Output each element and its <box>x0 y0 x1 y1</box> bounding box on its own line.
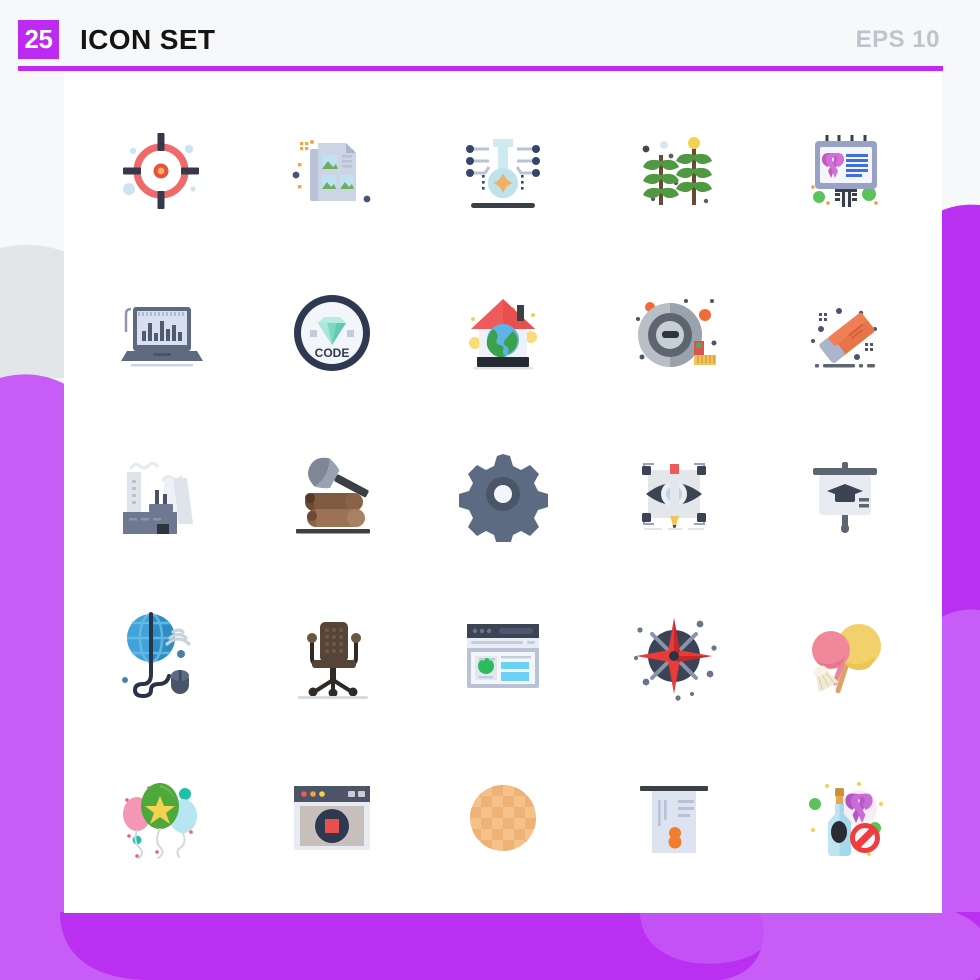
icon-cell[interactable] <box>76 90 247 252</box>
browser-window-icon <box>466 624 539 689</box>
icon-cell[interactable] <box>418 90 589 252</box>
icon-cell[interactable] <box>759 737 930 899</box>
code-badge-icon: CODE <box>294 294 371 371</box>
icon-cell[interactable] <box>588 414 759 576</box>
icon-cell[interactable] <box>759 575 930 737</box>
icon-cell[interactable] <box>247 90 418 252</box>
document-image-icon <box>292 139 371 203</box>
icon-count-badge: 25 <box>18 20 59 59</box>
laptop-chart-icon <box>121 306 204 367</box>
code-badge-label: CODE <box>315 346 350 360</box>
target-icon <box>123 132 200 209</box>
gear-icon <box>458 454 548 543</box>
record-window-icon <box>294 786 371 851</box>
icon-cell[interactable] <box>588 90 759 252</box>
header-divider <box>18 66 943 71</box>
icon-sheet: CODE <box>64 72 942 913</box>
format-label: EPS 10 <box>855 26 940 53</box>
factory-icon <box>123 462 194 535</box>
icon-cell[interactable] <box>247 737 418 899</box>
lollipops-icon <box>811 624 881 694</box>
screenshot-stage: 25 ICON SET EPS 10 CODE <box>0 0 980 980</box>
page-title: ICON SET <box>80 24 216 55</box>
icon-grid: CODE <box>64 72 942 913</box>
education-board-icon <box>812 462 877 534</box>
icon-cell[interactable] <box>76 737 247 899</box>
icon-cell[interactable] <box>418 575 589 737</box>
icon-cell[interactable] <box>418 414 589 576</box>
icon-cell[interactable]: CODE <box>247 252 418 414</box>
icon-cell[interactable] <box>76 575 247 737</box>
icon-cell[interactable] <box>76 252 247 414</box>
icon-cell[interactable] <box>418 252 589 414</box>
waffle-icon <box>469 785 536 852</box>
eco-house-icon <box>468 298 537 370</box>
icon-cell[interactable] <box>76 414 247 576</box>
compass-rose-icon <box>633 618 717 701</box>
certificate-icon <box>639 786 708 854</box>
icon-cell[interactable] <box>588 575 759 737</box>
axe-logs-icon <box>296 458 371 534</box>
billboard-ribbon-icon <box>810 134 878 207</box>
icon-cell[interactable] <box>588 252 759 414</box>
icon-cell[interactable] <box>418 737 589 899</box>
office-chair-icon <box>298 622 369 700</box>
eraser-icon <box>810 307 877 368</box>
icon-cell[interactable] <box>247 575 418 737</box>
icon-cell[interactable] <box>759 414 930 576</box>
plants-icon <box>642 136 712 205</box>
eye-pencil-icon <box>641 463 706 531</box>
icon-cell[interactable] <box>588 737 759 899</box>
header-bar: 25 ICON SET EPS 10 <box>0 0 980 72</box>
flask-network-icon <box>465 138 540 208</box>
balloons-icon <box>123 783 198 860</box>
icon-cell[interactable] <box>759 90 930 252</box>
globe-mouse-icon <box>122 612 191 699</box>
tape-measure-icon <box>635 298 717 367</box>
no-alcohol-icon <box>808 782 883 857</box>
icon-cell[interactable] <box>247 414 418 576</box>
icon-cell[interactable] <box>759 252 930 414</box>
